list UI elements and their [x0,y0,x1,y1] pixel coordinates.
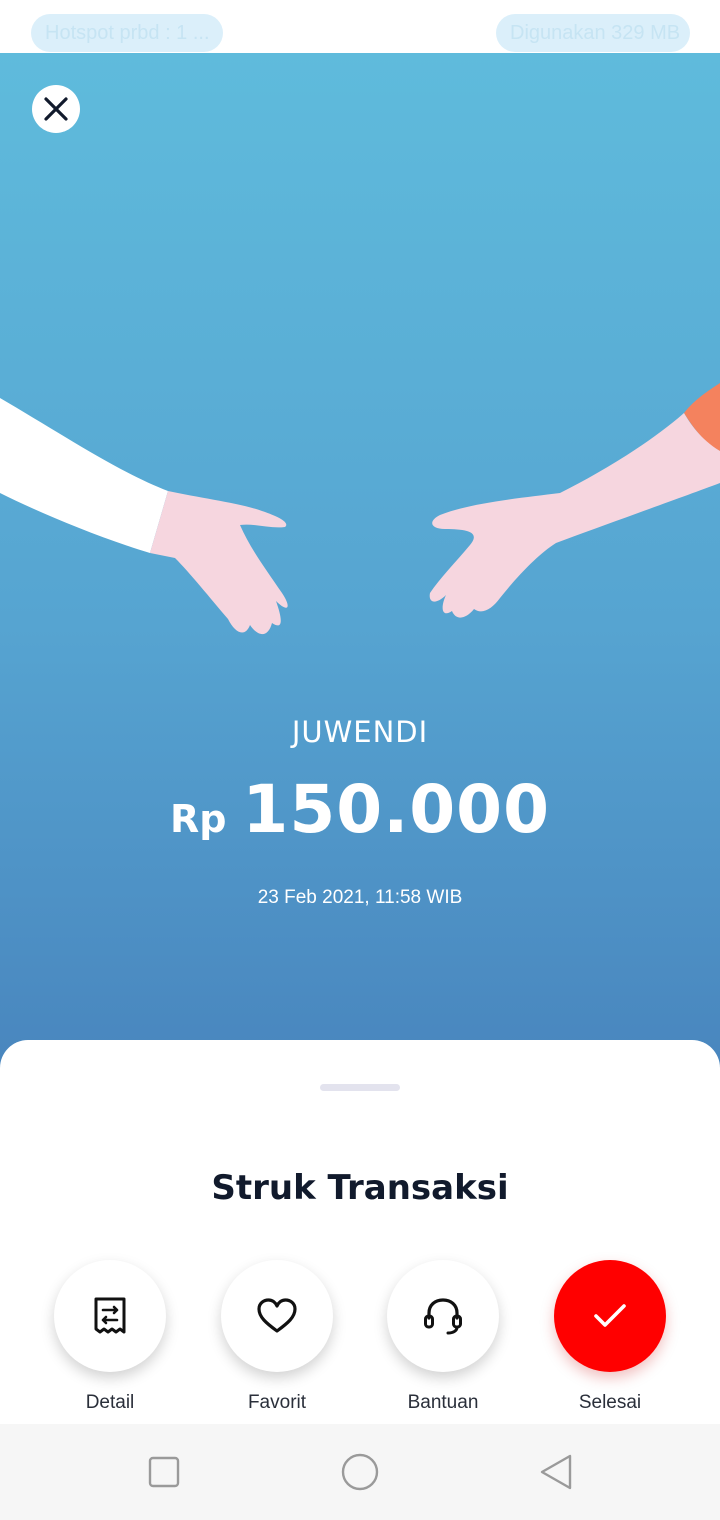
selesai-button[interactable]: Selesai [540,1260,680,1414]
receipt-icon [94,1297,126,1334]
favorit-button-circle[interactable] [221,1260,333,1372]
heart-icon [257,1298,297,1333]
hotspot-pill: Hotspot prbd : 1 ... [31,14,223,52]
close-icon [44,97,68,121]
status-strip: Hotspot prbd : 1 ... Digunakan 329 MB [0,0,720,53]
recent-apps-icon[interactable] [144,1452,184,1492]
back-icon[interactable] [536,1452,576,1492]
favorit-label: Favorit [247,1392,307,1413]
bantuan-button-circle[interactable] [387,1260,499,1372]
sheet-drag-handle[interactable] [320,1084,400,1091]
close-button[interactable] [32,85,80,133]
favorit-button[interactable]: Favorit [207,1260,347,1414]
bantuan-label: Bantuan [407,1392,479,1413]
detail-label: Detail [85,1392,135,1413]
handshake-illustration [0,383,720,635]
home-icon[interactable] [340,1452,380,1492]
selesai-button-circle[interactable] [554,1260,666,1372]
transaction-datetime: 23 Feb 2021, 11:58 WIB [257,887,463,908]
data-usage-pill: Digunakan 329 MB [496,14,690,52]
system-nav-bar [0,1424,720,1520]
currency-label: Rp [169,797,227,841]
sheet-title: Struk Transaksi [211,1168,509,1208]
selesai-label: Selesai [578,1392,642,1413]
recipient-name: JUWENDI [291,715,429,749]
headset-icon [424,1298,462,1335]
amount-row: Rp 150.000 [0,771,720,848]
detail-button-circle[interactable] [54,1260,166,1372]
transaction-hero: JUWENDI Rp 150.000 23 Feb 2021, 11:58 WI… [0,53,720,1093]
bottom-sheet: Struk Transaksi Detail Favorit Bantuan S… [0,1040,720,1424]
check-icon [594,1304,626,1327]
detail-button[interactable]: Detail [40,1260,180,1414]
amount-value: 150.000 [242,771,551,848]
bantuan-button[interactable]: Bantuan [373,1260,513,1414]
